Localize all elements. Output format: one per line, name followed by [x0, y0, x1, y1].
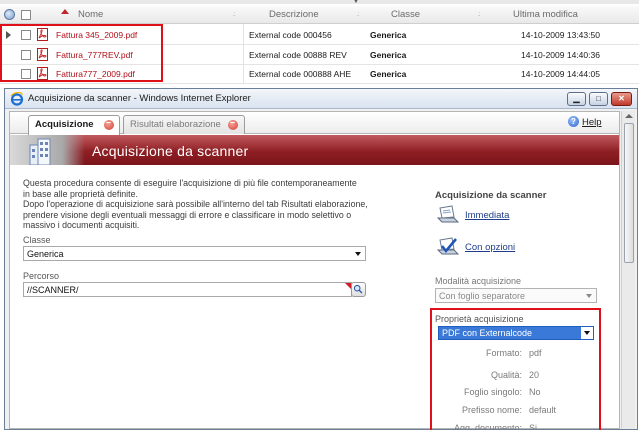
options-link[interactable]: Con opzioni	[465, 242, 515, 253]
select-all-checkbox[interactable]	[21, 10, 31, 20]
chevron-down-icon	[586, 294, 592, 298]
file-description: External code 000456	[249, 30, 332, 40]
file-class: Generica	[370, 69, 407, 79]
mode-select[interactable]: Con foglio separatore	[435, 288, 597, 303]
class-label: Classe	[23, 235, 51, 245]
class-select[interactable]: Generica	[23, 246, 366, 261]
file-class: Generica	[370, 30, 407, 40]
tab-close-icon[interactable]	[104, 117, 114, 130]
vertical-scrollbar[interactable]	[621, 111, 635, 429]
scanner-icon	[436, 205, 460, 223]
intro-text: Questa procedura consente di eseguire l'…	[23, 178, 418, 231]
tab-bar: Acquisizione Risultati elaborazione ? He…	[10, 112, 619, 135]
scroll-up-icon[interactable]	[625, 114, 633, 118]
scanner-options-icon	[436, 237, 460, 255]
browse-path-button[interactable]	[351, 282, 366, 297]
minimize-button[interactable]: ▁	[567, 92, 586, 106]
column-resize-handle[interactable]: .:	[478, 12, 481, 18]
immediate-link[interactable]: Immediata	[465, 210, 509, 221]
intro-line: prendere visione degli eventuali messagg…	[23, 209, 352, 220]
acquire-immediate-action[interactable]: Immediata	[436, 204, 596, 228]
file-list: ▼ Nome .: Descrizione .: Classe .: Ultim…	[0, 0, 639, 86]
column-header-description[interactable]: Descrizione	[269, 9, 319, 20]
intro-line: massivo i documenti acquisiti.	[23, 220, 140, 231]
mode-label: Modalità acquisizione	[435, 276, 522, 286]
help-icon: ?	[568, 116, 579, 127]
building-icon	[29, 138, 51, 165]
caret-down-icon[interactable]: ▼	[353, 0, 359, 5]
acquire-with-options-action[interactable]: Con opzioni	[436, 236, 596, 260]
tab-acquisizione[interactable]: Acquisizione	[28, 115, 120, 135]
minimize-icon: ▁	[573, 94, 580, 103]
column-resize-handle[interactable]: .:	[357, 12, 360, 18]
close-button[interactable]: ✕	[611, 92, 632, 106]
file-class: Generica	[370, 50, 407, 60]
page-banner: Acquisizione da scanner	[10, 135, 619, 165]
file-description: External code 00888 REV	[249, 50, 347, 60]
help-link[interactable]: ? Help	[568, 116, 602, 128]
file-last-modified: 14-10-2009 14:44:05	[521, 69, 600, 79]
tab-close-icon[interactable]	[228, 117, 238, 130]
highlight-box-files	[0, 24, 163, 82]
browser-window: Acquisizione da scanner - Windows Intern…	[4, 88, 638, 430]
right-panel-title: Acquisizione da scanner	[435, 190, 547, 201]
page-content: Acquisizione Risultati elaborazione ? He…	[9, 111, 620, 430]
chevron-down-icon	[355, 252, 361, 256]
window-titlebar[interactable]: Acquisizione da scanner - Windows Intern…	[5, 89, 637, 109]
refresh-icon[interactable]	[4, 9, 15, 20]
tab-label: Risultati elaborazione	[130, 119, 221, 130]
file-list-header: Nome .: Descrizione .: Classe .: Ultima …	[0, 6, 639, 24]
path-input-value: //SCANNER/	[27, 285, 79, 295]
scrollbar-thumb[interactable]	[624, 123, 634, 263]
column-header-last-modified[interactable]: Ultima modifica	[513, 9, 578, 20]
mode-select-value: Con foglio separatore	[439, 291, 526, 301]
column-header-name[interactable]: Nome	[78, 9, 103, 20]
file-description: External code 000888 AHE	[249, 69, 352, 79]
help-label: Help	[582, 117, 602, 128]
file-last-modified: 14-10-2009 14:40:36	[521, 50, 600, 60]
tab-risultati-elaborazione[interactable]: Risultati elaborazione	[123, 115, 245, 134]
path-input[interactable]: //SCANNER/	[23, 282, 352, 297]
maximize-button[interactable]: □	[589, 92, 608, 106]
close-icon: ✕	[618, 94, 625, 103]
intro-line: Questa procedura consente di eseguire l'…	[23, 178, 357, 188]
page-title: Acquisizione da scanner	[92, 143, 249, 159]
column-resize-handle[interactable]: .:	[233, 12, 236, 18]
maximize-icon: □	[596, 94, 601, 103]
intro-line: Dopo l'operazione di acquisizione sarà p…	[23, 199, 368, 210]
list-top-strip: ▼	[0, 0, 639, 5]
file-last-modified: 14-10-2009 13:43:50	[521, 30, 600, 40]
path-label: Percorso	[23, 271, 60, 281]
window-title: Acquisizione da scanner - Windows Intern…	[28, 93, 251, 104]
search-icon	[353, 284, 363, 294]
tab-label: Acquisizione	[35, 119, 94, 130]
intro-line: in base alle proprietà definite.	[23, 188, 138, 199]
internet-explorer-icon	[10, 92, 24, 106]
class-select-value: Generica	[27, 249, 64, 259]
column-header-class[interactable]: Classe	[391, 9, 420, 20]
highlight-box-properties	[430, 308, 601, 430]
column-divider	[243, 24, 244, 84]
sort-ascending-icon[interactable]	[61, 9, 69, 14]
